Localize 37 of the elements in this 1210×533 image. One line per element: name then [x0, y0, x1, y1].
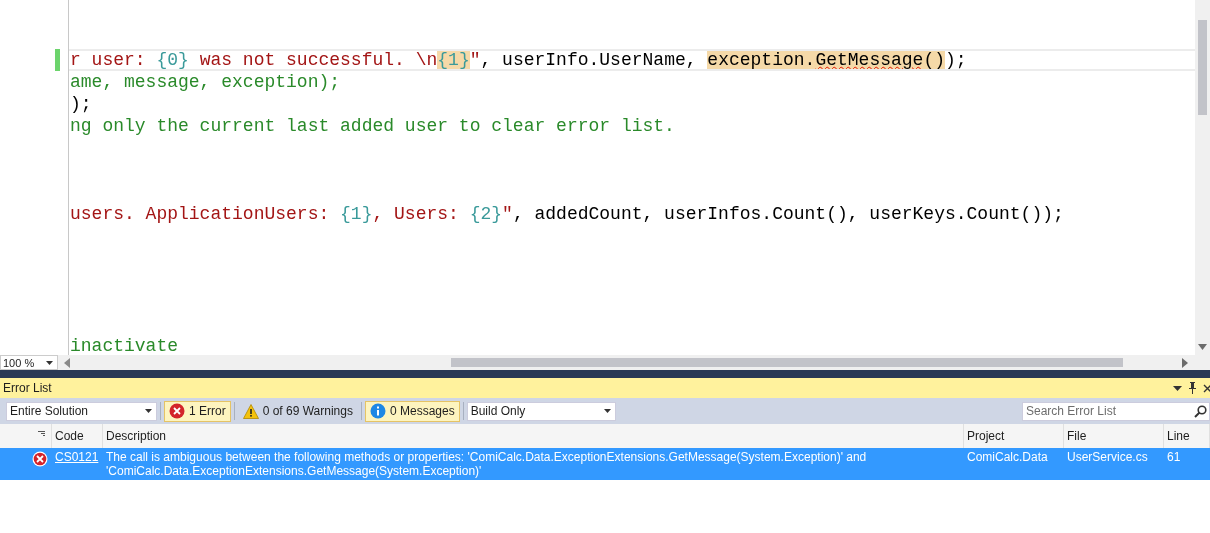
code-line: users. ApplicationUsers: {1}, Users: {2}", addedCount, userInfos.Count(), userKeys.Count());	[70, 204, 1064, 224]
scroll-left-icon[interactable]	[64, 357, 70, 368]
error-row[interactable]	[0, 448, 1210, 480]
error-icon	[169, 403, 185, 419]
scroll-down-icon[interactable]	[1198, 344, 1207, 350]
project-name: ComiCalc.Data	[967, 450, 1048, 464]
change-marker	[55, 49, 60, 71]
line-number: 61	[1167, 450, 1181, 464]
dropdown-caret-icon	[145, 409, 152, 413]
scope-dropdown[interactable]: Entire Solution	[6, 401, 157, 421]
search-icon	[1194, 404, 1207, 418]
sort-icon[interactable]	[38, 431, 45, 437]
search-field[interactable]: Search Error List	[1022, 401, 1210, 421]
code-line: ng only the current last added user to clear error list.	[70, 116, 675, 136]
build-filter-dropdown[interactable]: Build Only	[466, 401, 616, 421]
file-name: UserService.cs	[1067, 450, 1148, 464]
error-icon	[32, 451, 48, 467]
filter-toggle-button[interactable]: 0 Messages	[364, 400, 460, 422]
filter-toggle-button[interactable]: 0 of 69 Warnings	[237, 400, 358, 422]
code-line: inactivate	[70, 336, 179, 355]
scrollbar-thumb[interactable]	[1198, 20, 1207, 115]
panel-title: Error List	[3, 381, 52, 395]
error-description: The call is ambiguous between the following methods or properties: 'ComiCalc.Data.ExceptionExtensions.GetMessage(System.Exception)' and 'ComiCalc.Data.ExceptionExtensions.GetMessage(System.Exception)'	[106, 450, 867, 478]
code-line: ame, message, exception);	[70, 72, 341, 92]
dropdown-caret-icon	[603, 409, 611, 413]
info-icon	[369, 403, 386, 419]
code-line: );	[70, 94, 92, 114]
filter-toggle-button[interactable]: 1 Error	[164, 400, 231, 422]
pin-icon[interactable]	[1188, 382, 1197, 394]
close-icon[interactable]	[1203, 383, 1210, 393]
scroll-right-icon[interactable]	[1182, 357, 1188, 368]
vertical-scrollbar[interactable]	[1195, 0, 1210, 355]
code-line: r user: {0} was not successful. \n{1}", userInfo.UserName, exception.GetMessage());	[70, 51, 967, 69]
dropdown-caret-icon	[46, 360, 53, 365]
warning-icon	[242, 403, 259, 419]
zoom-dropdown[interactable]: 100 %	[0, 355, 58, 370]
dropdown-caret-icon[interactable]	[1173, 385, 1182, 391]
